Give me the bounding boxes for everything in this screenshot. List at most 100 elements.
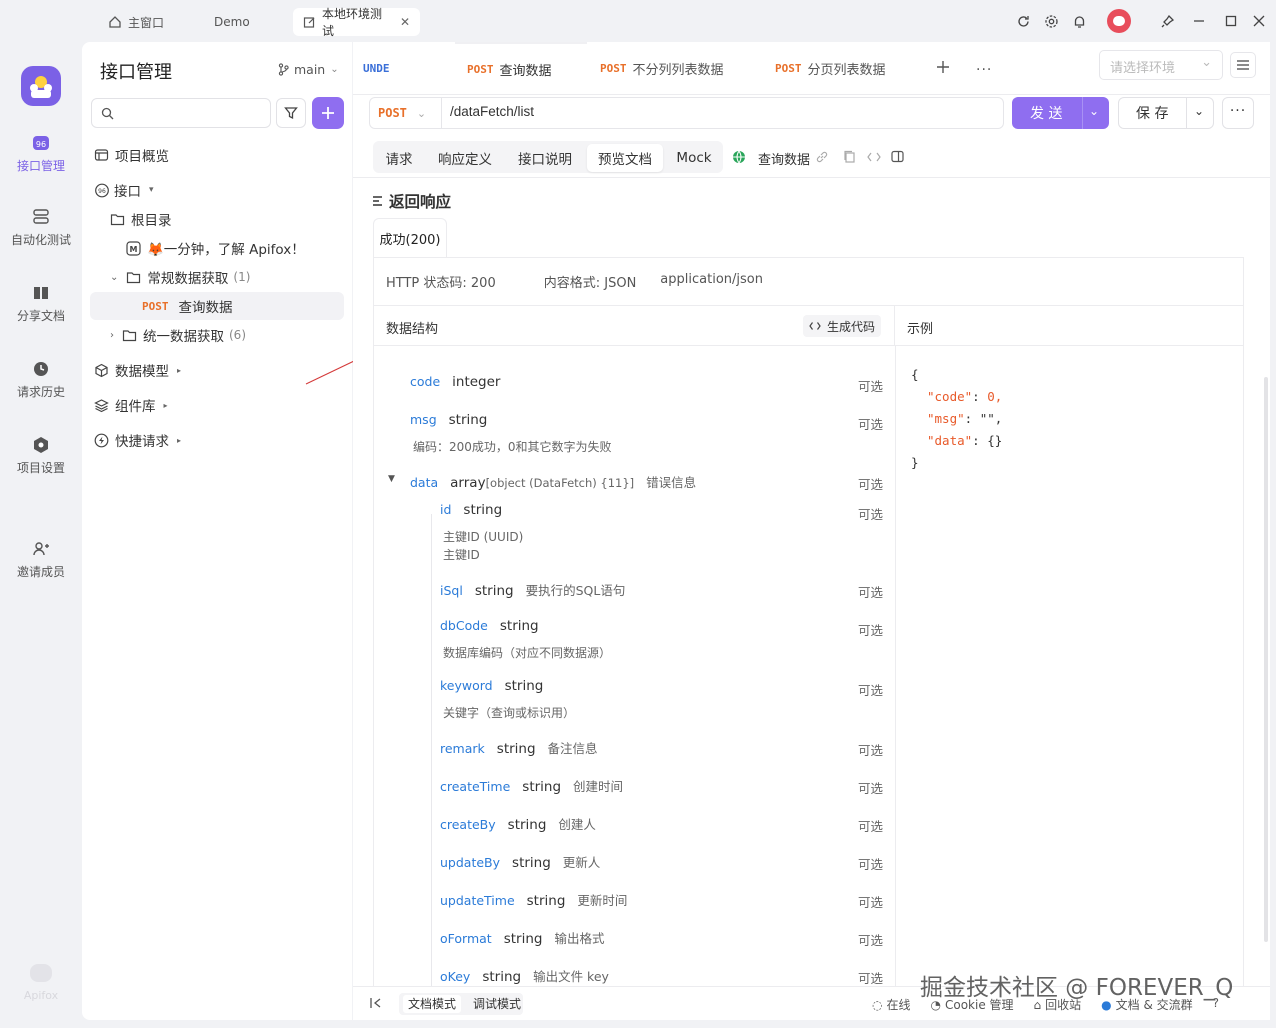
- tab-request[interactable]: 请求: [377, 144, 421, 172]
- debug-mode-button[interactable]: 调试模式: [468, 995, 526, 1013]
- rail-item-label: 邀请成员: [16, 565, 65, 579]
- close-icon[interactable]: ✕: [400, 15, 410, 29]
- tab-list-nopage[interactable]: POST 不分列列表数据: [600, 42, 724, 94]
- env-select[interactable]: 请选择环境 ⌄: [1099, 50, 1223, 80]
- search-input[interactable]: [91, 98, 271, 128]
- tree-item-components[interactable]: 组件库 ▸: [82, 391, 352, 419]
- add-button[interactable]: [312, 97, 344, 129]
- rail-item-invite[interactable]: 邀请成员: [0, 540, 82, 580]
- collapse-icon[interactable]: [369, 996, 383, 1010]
- field-optional: 可选: [858, 781, 884, 796]
- copy-icon[interactable]: [843, 150, 856, 163]
- field-name: createBy: [440, 817, 496, 832]
- rail-item-share[interactable]: 分享文档: [0, 284, 82, 324]
- tab-project[interactable]: 本地环境测试 ✕: [293, 7, 420, 38]
- branch-selector[interactable]: main ⌄: [278, 62, 339, 77]
- add-tab-icon[interactable]: [936, 60, 950, 74]
- method-badge: POST: [600, 61, 627, 75]
- pin-icon[interactable]: [1157, 11, 1177, 31]
- rail-item-autotest[interactable]: 自动化测试: [0, 208, 82, 248]
- more-tabs-icon[interactable]: ···: [976, 62, 992, 78]
- svg-text:96: 96: [36, 140, 46, 149]
- chevron-down-icon[interactable]: ⌄: [1194, 104, 1204, 118]
- menu-icon[interactable]: [1230, 52, 1256, 78]
- brand-logo: [30, 964, 52, 982]
- tree-item-label: 常规数据获取: [147, 271, 229, 287]
- field-description: 编码：200成功，0和其它数字为失败: [413, 440, 612, 454]
- tab-demo-label: Demo: [214, 15, 250, 29]
- left-rail: 96 接口管理 自动化测试 分享文档 请求历史 项目设置 邀请成员 Apifox: [0, 42, 82, 1028]
- chevron-down-icon: ⌄: [1201, 55, 1212, 70]
- more-icon[interactable]: ···: [1222, 97, 1254, 129]
- rail-item-settings[interactable]: 项目设置: [0, 436, 82, 476]
- generate-code-button[interactable]: 生成代码: [803, 315, 882, 337]
- send-button[interactable]: 发 送 ⌄: [1012, 97, 1109, 129]
- tree-item-api[interactable]: 96 接口 ▾: [82, 176, 352, 204]
- field-type: string: [482, 969, 522, 985]
- tree-item-root[interactable]: 根目录: [82, 205, 352, 233]
- overview-icon: [94, 148, 109, 162]
- home-icon: [108, 15, 122, 29]
- link-icon[interactable]: [815, 150, 829, 164]
- avatar[interactable]: [1107, 9, 1131, 33]
- code-icon[interactable]: [867, 151, 881, 163]
- json-brace: {: [911, 367, 919, 382]
- tree-item-query[interactable]: POST 查询数据: [90, 292, 344, 320]
- online-status[interactable]: ◌ 在线: [872, 996, 911, 1013]
- scrollbar[interactable]: [1264, 377, 1268, 942]
- field-name: updateBy: [440, 855, 501, 870]
- tree-item-quick[interactable]: 快捷请求 ▸: [82, 426, 352, 454]
- tab-label: 不分列列表数据: [632, 62, 724, 78]
- save-button[interactable]: 保 存 ⌄: [1118, 97, 1214, 129]
- tree-item-intro[interactable]: M 🦊一分钟，了解 Apifox！: [82, 234, 352, 262]
- tree-item-label: 接口: [114, 184, 141, 200]
- rail-item-history[interactable]: 请求历史: [0, 360, 82, 400]
- field-name: iSql: [440, 583, 463, 598]
- tree-item-label: 根目录: [131, 213, 172, 229]
- minimize-icon[interactable]: [1189, 11, 1209, 31]
- tab-demo[interactable]: Demo: [204, 8, 260, 36]
- tab-mock[interactable]: Mock: [669, 144, 719, 172]
- tab-home[interactable]: 主窗口: [98, 8, 174, 36]
- field-optional: 可选: [858, 971, 884, 986]
- subtab-label: 接口说明: [518, 152, 572, 168]
- rail-item-api[interactable]: 96 接口管理: [0, 134, 82, 174]
- folder-icon: [110, 213, 125, 226]
- rail-item-label: 分享文档: [16, 309, 65, 323]
- field-description: 错误信息: [646, 475, 697, 490]
- maximize-icon[interactable]: [1221, 11, 1241, 31]
- tab-preview-doc[interactable]: 预览文档: [587, 144, 663, 172]
- status-tab-label: 成功(200): [379, 232, 441, 248]
- tree-item-label: 查询数据: [178, 300, 233, 316]
- tree-folder-regular[interactable]: ⌄ 常规数据获取 (1): [82, 263, 352, 291]
- caret-down-icon[interactable]: ▼: [388, 474, 395, 484]
- field-row: createTime string 创建时间: [440, 776, 623, 795]
- brand-name: Apifox: [23, 989, 59, 1002]
- url-bar: POST ⌄: [369, 97, 1004, 129]
- settings-icon[interactable]: [1041, 11, 1061, 31]
- field-optional: 可选: [858, 743, 884, 758]
- field-type: integer: [452, 374, 501, 390]
- chevron-down-icon[interactable]: ⌄: [1089, 104, 1099, 118]
- tab-api-doc[interactable]: 接口说明: [509, 144, 581, 172]
- tree-item-overview[interactable]: 项目概览: [82, 141, 352, 169]
- caret-down-icon: ▾: [149, 185, 154, 195]
- filter-button[interactable]: [276, 98, 306, 128]
- tab-unde[interactable]: UNDE: [363, 42, 390, 94]
- doc-mode-button[interactable]: 文档模式: [403, 995, 462, 1013]
- refresh-icon[interactable]: [1013, 11, 1033, 31]
- tab-query[interactable]: POST 查询数据: [455, 42, 587, 94]
- field-row: createBy string 创建人: [440, 814, 596, 833]
- window-close-icon[interactable]: [1249, 11, 1269, 31]
- tab-list-page[interactable]: POST 分页列表数据: [775, 42, 886, 94]
- url-input[interactable]: [450, 104, 990, 119]
- bell-icon[interactable]: [1069, 11, 1089, 31]
- tab-response-def[interactable]: 响应定义: [430, 144, 500, 172]
- panel-toggle-icon[interactable]: [891, 150, 904, 163]
- column-divider: [895, 346, 896, 1018]
- tab-success-200[interactable]: 成功(200): [373, 218, 447, 258]
- divider: [353, 177, 1270, 178]
- json-key: "msg": [927, 411, 965, 426]
- field-type: string: [507, 817, 547, 833]
- method-select[interactable]: POST ⌄: [370, 98, 442, 128]
